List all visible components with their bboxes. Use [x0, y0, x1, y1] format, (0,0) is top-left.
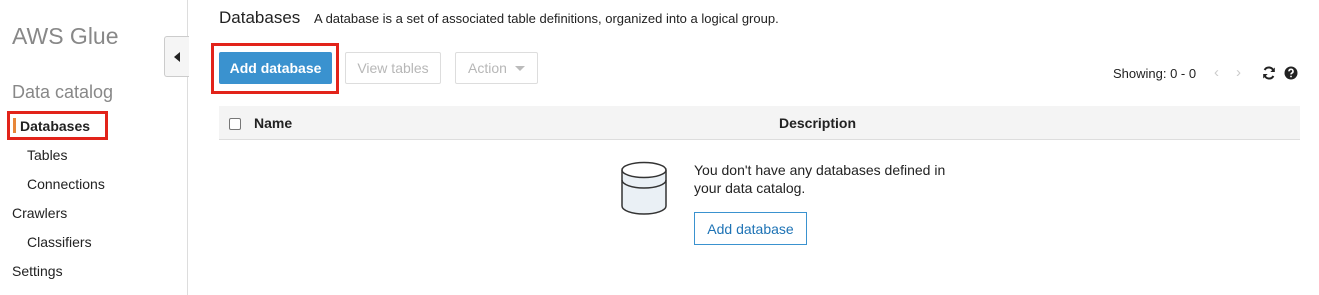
previous-page-icon[interactable]: ‹ [1214, 64, 1219, 81]
view-tables-button[interactable]: View tables [345, 52, 441, 84]
sidebar-item-connections[interactable]: Connections [27, 176, 105, 192]
sidebar-item-label: Databases [20, 118, 91, 134]
column-header-name[interactable]: Name [254, 115, 292, 131]
sidebar-item-classifiers[interactable]: Classifiers [27, 234, 92, 250]
select-all-checkbox[interactable] [229, 118, 241, 130]
add-database-button[interactable]: Add database [219, 52, 332, 84]
sidebar-item-settings[interactable]: Settings [12, 263, 63, 279]
sidebar-item-tables[interactable]: Tables [27, 147, 67, 163]
page-description: A database is a set of associated table … [314, 11, 779, 26]
collapse-sidebar-button[interactable] [164, 36, 189, 77]
sidebar-item-databases[interactable]: Databases [7, 111, 108, 140]
empty-state-add-database-button[interactable]: Add database [694, 212, 807, 245]
chevron-down-icon [514, 65, 525, 71]
glue-console: AWS Glue Data catalog Databases Tables C… [0, 0, 1319, 295]
next-page-icon[interactable]: › [1236, 64, 1241, 81]
app-title: AWS Glue [12, 23, 119, 49]
section-title-data-catalog: Data catalog [12, 82, 114, 102]
sidebar: AWS Glue Data catalog Databases Tables C… [0, 0, 188, 295]
refresh-icon[interactable] [1262, 66, 1276, 80]
database-icon [621, 161, 667, 215]
table-header: Name Description [219, 106, 1300, 140]
action-dropdown[interactable]: Action [455, 52, 538, 84]
action-dropdown-label: Action [468, 60, 507, 76]
sidebar-item-crawlers[interactable]: Crawlers [12, 205, 67, 221]
caret-left-icon [174, 51, 180, 62]
column-header-description[interactable]: Description [779, 115, 856, 131]
empty-state-message: You don't have any databases defined in … [694, 162, 946, 196]
page-title: Databases [219, 8, 301, 27]
pagination-status: Showing: 0 - 0 [1113, 66, 1197, 81]
help-icon[interactable] [1284, 66, 1298, 80]
